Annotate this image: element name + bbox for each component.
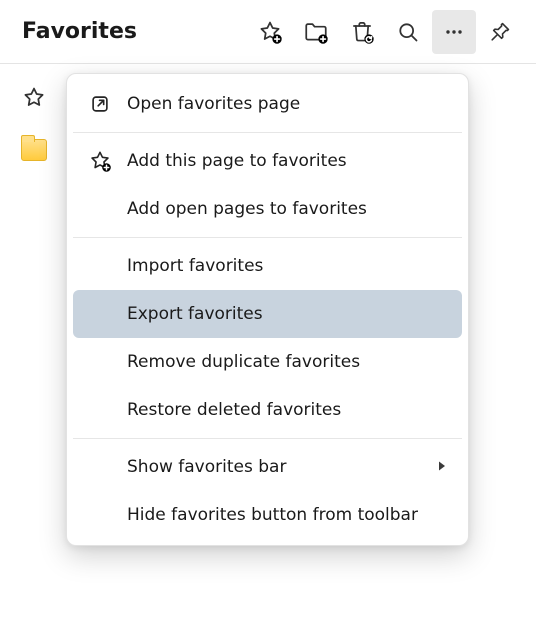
search-icon bbox=[396, 20, 420, 44]
menu-item-label: Export favorites bbox=[127, 304, 448, 324]
add-favorite-button[interactable] bbox=[248, 10, 292, 54]
search-favorites-button[interactable] bbox=[386, 10, 430, 54]
menu-item-remove-duplicates[interactable]: Remove duplicate favorites bbox=[73, 338, 462, 386]
menu-item-label: Add this page to favorites bbox=[127, 151, 448, 171]
menu-section: Open favorites page bbox=[73, 80, 462, 128]
menu-item-hide-favorites-button[interactable]: Hide favorites button from toolbar bbox=[73, 491, 462, 539]
menu-item-add-open-pages[interactable]: Add open pages to favorites bbox=[73, 185, 462, 233]
page-title: Favorites bbox=[22, 19, 248, 44]
open-external-icon bbox=[73, 93, 127, 115]
menu-item-show-favorites-bar[interactable]: Show favorites bar bbox=[73, 443, 462, 491]
more-options-menu: Open favorites page Add this page to fav… bbox=[66, 73, 469, 546]
restore-favorites-button[interactable] bbox=[340, 10, 384, 54]
menu-item-label: Restore deleted favorites bbox=[127, 400, 448, 420]
menu-item-label: Show favorites bar bbox=[127, 457, 436, 477]
menu-section: Show favorites bar Hide favorites button… bbox=[73, 438, 462, 539]
menu-item-label: Hide favorites button from toolbar bbox=[127, 505, 448, 525]
menu-item-label: Remove duplicate favorites bbox=[127, 352, 448, 372]
more-options-button[interactable] bbox=[432, 10, 476, 54]
menu-section: Add this page to favorites Add open page… bbox=[73, 132, 462, 233]
menu-item-label: Import favorites bbox=[127, 256, 448, 276]
star-plus-icon bbox=[73, 149, 127, 173]
favorites-list-peek bbox=[20, 84, 48, 164]
list-item[interactable] bbox=[20, 136, 48, 164]
trash-restore-icon bbox=[349, 19, 375, 45]
folder-icon bbox=[21, 139, 47, 161]
menu-section: Import favorites Export favorites Remove… bbox=[73, 237, 462, 434]
menu-item-add-this-page[interactable]: Add this page to favorites bbox=[73, 137, 462, 185]
pin-panel-button[interactable] bbox=[478, 10, 522, 54]
add-folder-button[interactable] bbox=[294, 10, 338, 54]
more-horizontal-icon bbox=[442, 20, 466, 44]
folder-plus-icon bbox=[303, 19, 329, 45]
list-item[interactable] bbox=[20, 84, 48, 112]
star-plus-icon bbox=[257, 19, 283, 45]
pin-icon bbox=[488, 20, 512, 44]
menu-item-open-favorites-page[interactable]: Open favorites page bbox=[73, 80, 462, 128]
menu-item-restore-deleted[interactable]: Restore deleted favorites bbox=[73, 386, 462, 434]
menu-item-export-favorites[interactable]: Export favorites bbox=[73, 290, 462, 338]
menu-item-import-favorites[interactable]: Import favorites bbox=[73, 242, 462, 290]
header-actions bbox=[248, 10, 522, 54]
star-outline-icon bbox=[21, 85, 47, 111]
favorites-header: Favorites bbox=[0, 0, 536, 64]
menu-item-label: Add open pages to favorites bbox=[127, 199, 448, 219]
menu-item-label: Open favorites page bbox=[127, 94, 448, 114]
chevron-right-icon bbox=[436, 457, 448, 477]
